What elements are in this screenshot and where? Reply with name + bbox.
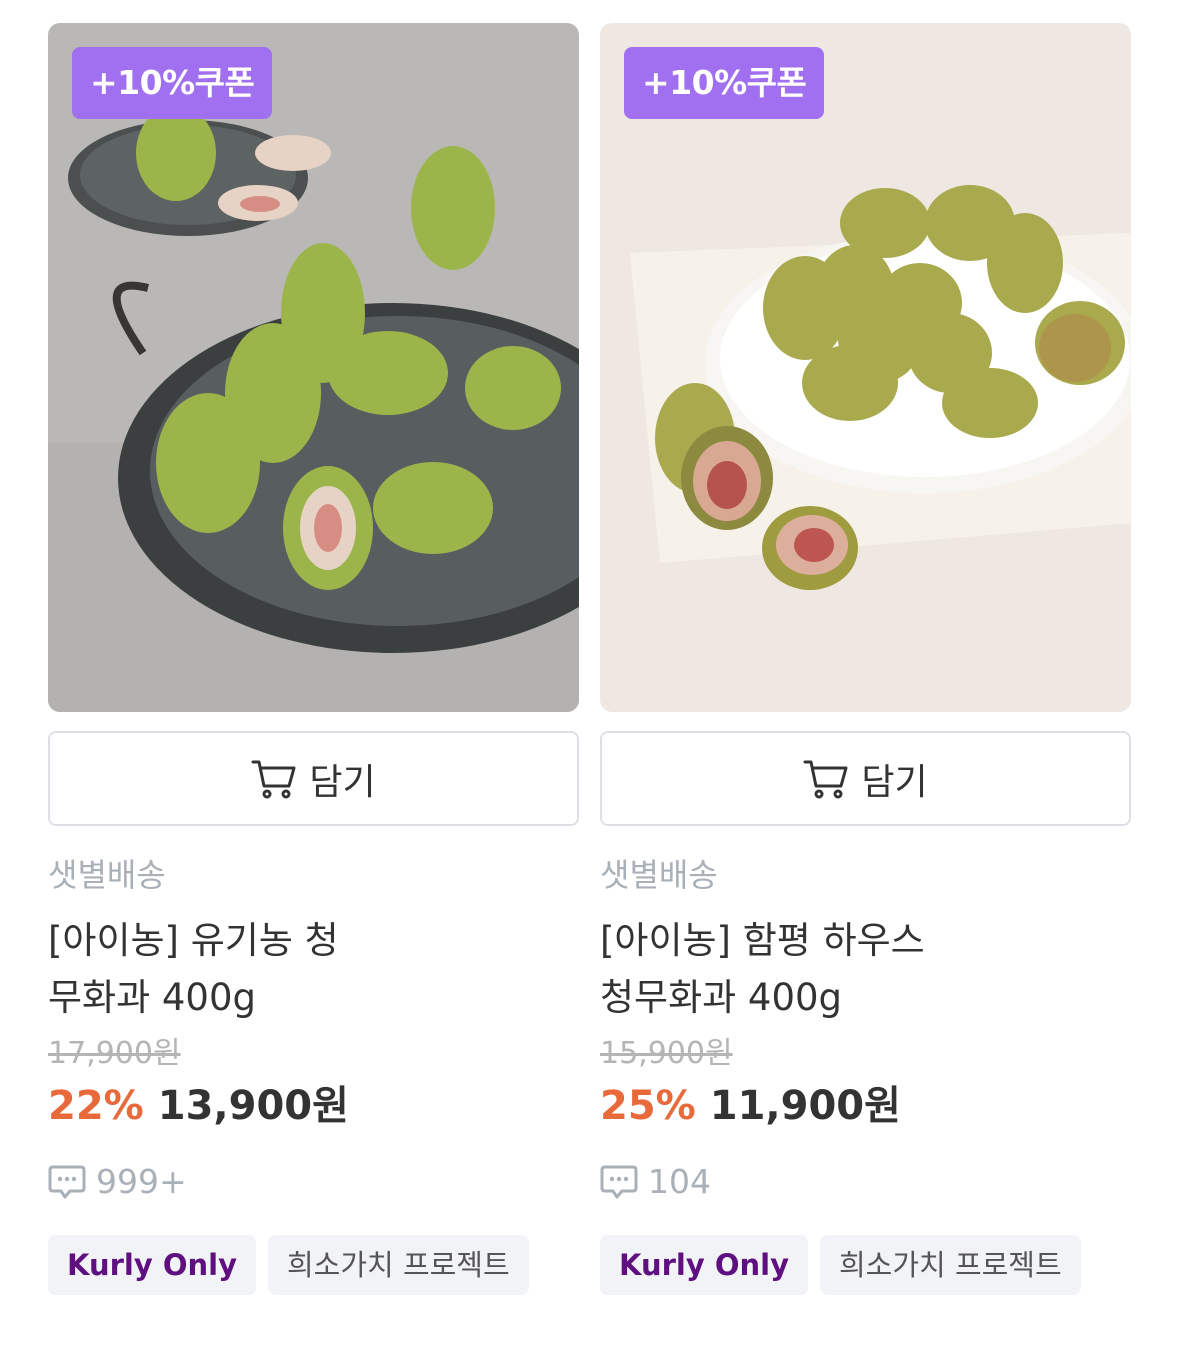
figs-on-plate-photo (600, 23, 1131, 712)
product-image[interactable]: +10%쿠폰 (48, 23, 579, 712)
tag-kurly-only: Kurly Only (600, 1235, 808, 1295)
add-to-cart-label: 담기 (861, 761, 928, 803)
add-to-cart-button[interactable]: 담기 (600, 731, 1131, 826)
coupon-badge: +10%쿠폰 (72, 47, 273, 119)
cart-icon (803, 760, 848, 798)
price-row: 22% 13,900원 (48, 1080, 579, 1132)
cart-icon (251, 760, 296, 798)
sale-price: 11,900원 (709, 1083, 901, 1129)
coupon-badge: +10%쿠폰 (624, 47, 825, 119)
product-card[interactable]: +10%쿠폰 담기 샛별배송 [아이농] 함평 하우스 청무화과 400g 15… (600, 23, 1131, 1295)
tag-rare-value-project: 희소가치 프로젝트 (820, 1235, 1081, 1295)
product-image[interactable]: +10%쿠폰 (600, 23, 1131, 712)
review-count: 999+ (48, 1162, 579, 1201)
add-to-cart-label: 담기 (309, 761, 376, 803)
review-count-value: 999+ (96, 1162, 187, 1201)
add-to-cart-button[interactable]: 담기 (48, 731, 579, 826)
delivery-type: 샛별배송 (600, 856, 718, 894)
delivery-type: 샛별배송 (48, 856, 166, 894)
review-count-value: 104 (648, 1162, 711, 1201)
product-name[interactable]: [아이농] 함평 하우스 청무화과 400g (600, 912, 980, 1026)
sale-price: 13,900원 (157, 1083, 349, 1129)
product-card[interactable]: +10%쿠폰 담기 샛별배송 [아이농] 유기농 청 무화과 400g 17,9… (48, 23, 579, 1295)
discount-rate: 22% (48, 1083, 144, 1129)
review-bubble-icon (48, 1165, 86, 1198)
review-bubble-icon (600, 1165, 638, 1198)
product-name[interactable]: [아이농] 유기농 청 무화과 400g (48, 912, 388, 1026)
figs-on-tray-photo (48, 23, 579, 712)
product-tags: Kurly Only 희소가치 프로젝트 (600, 1235, 1131, 1295)
tag-rare-value-project: 희소가치 프로젝트 (268, 1235, 529, 1295)
discount-rate: 25% (600, 1083, 696, 1129)
product-grid: +10%쿠폰 담기 샛별배송 [아이농] 유기농 청 무화과 400g 17,9… (48, 23, 1131, 1295)
original-price: 17,900원 (48, 1036, 181, 1071)
price-row: 25% 11,900원 (600, 1080, 1131, 1132)
tag-kurly-only: Kurly Only (48, 1235, 256, 1295)
original-price: 15,900원 (600, 1036, 733, 1071)
product-tags: Kurly Only 희소가치 프로젝트 (48, 1235, 579, 1295)
review-count: 104 (600, 1162, 1131, 1201)
